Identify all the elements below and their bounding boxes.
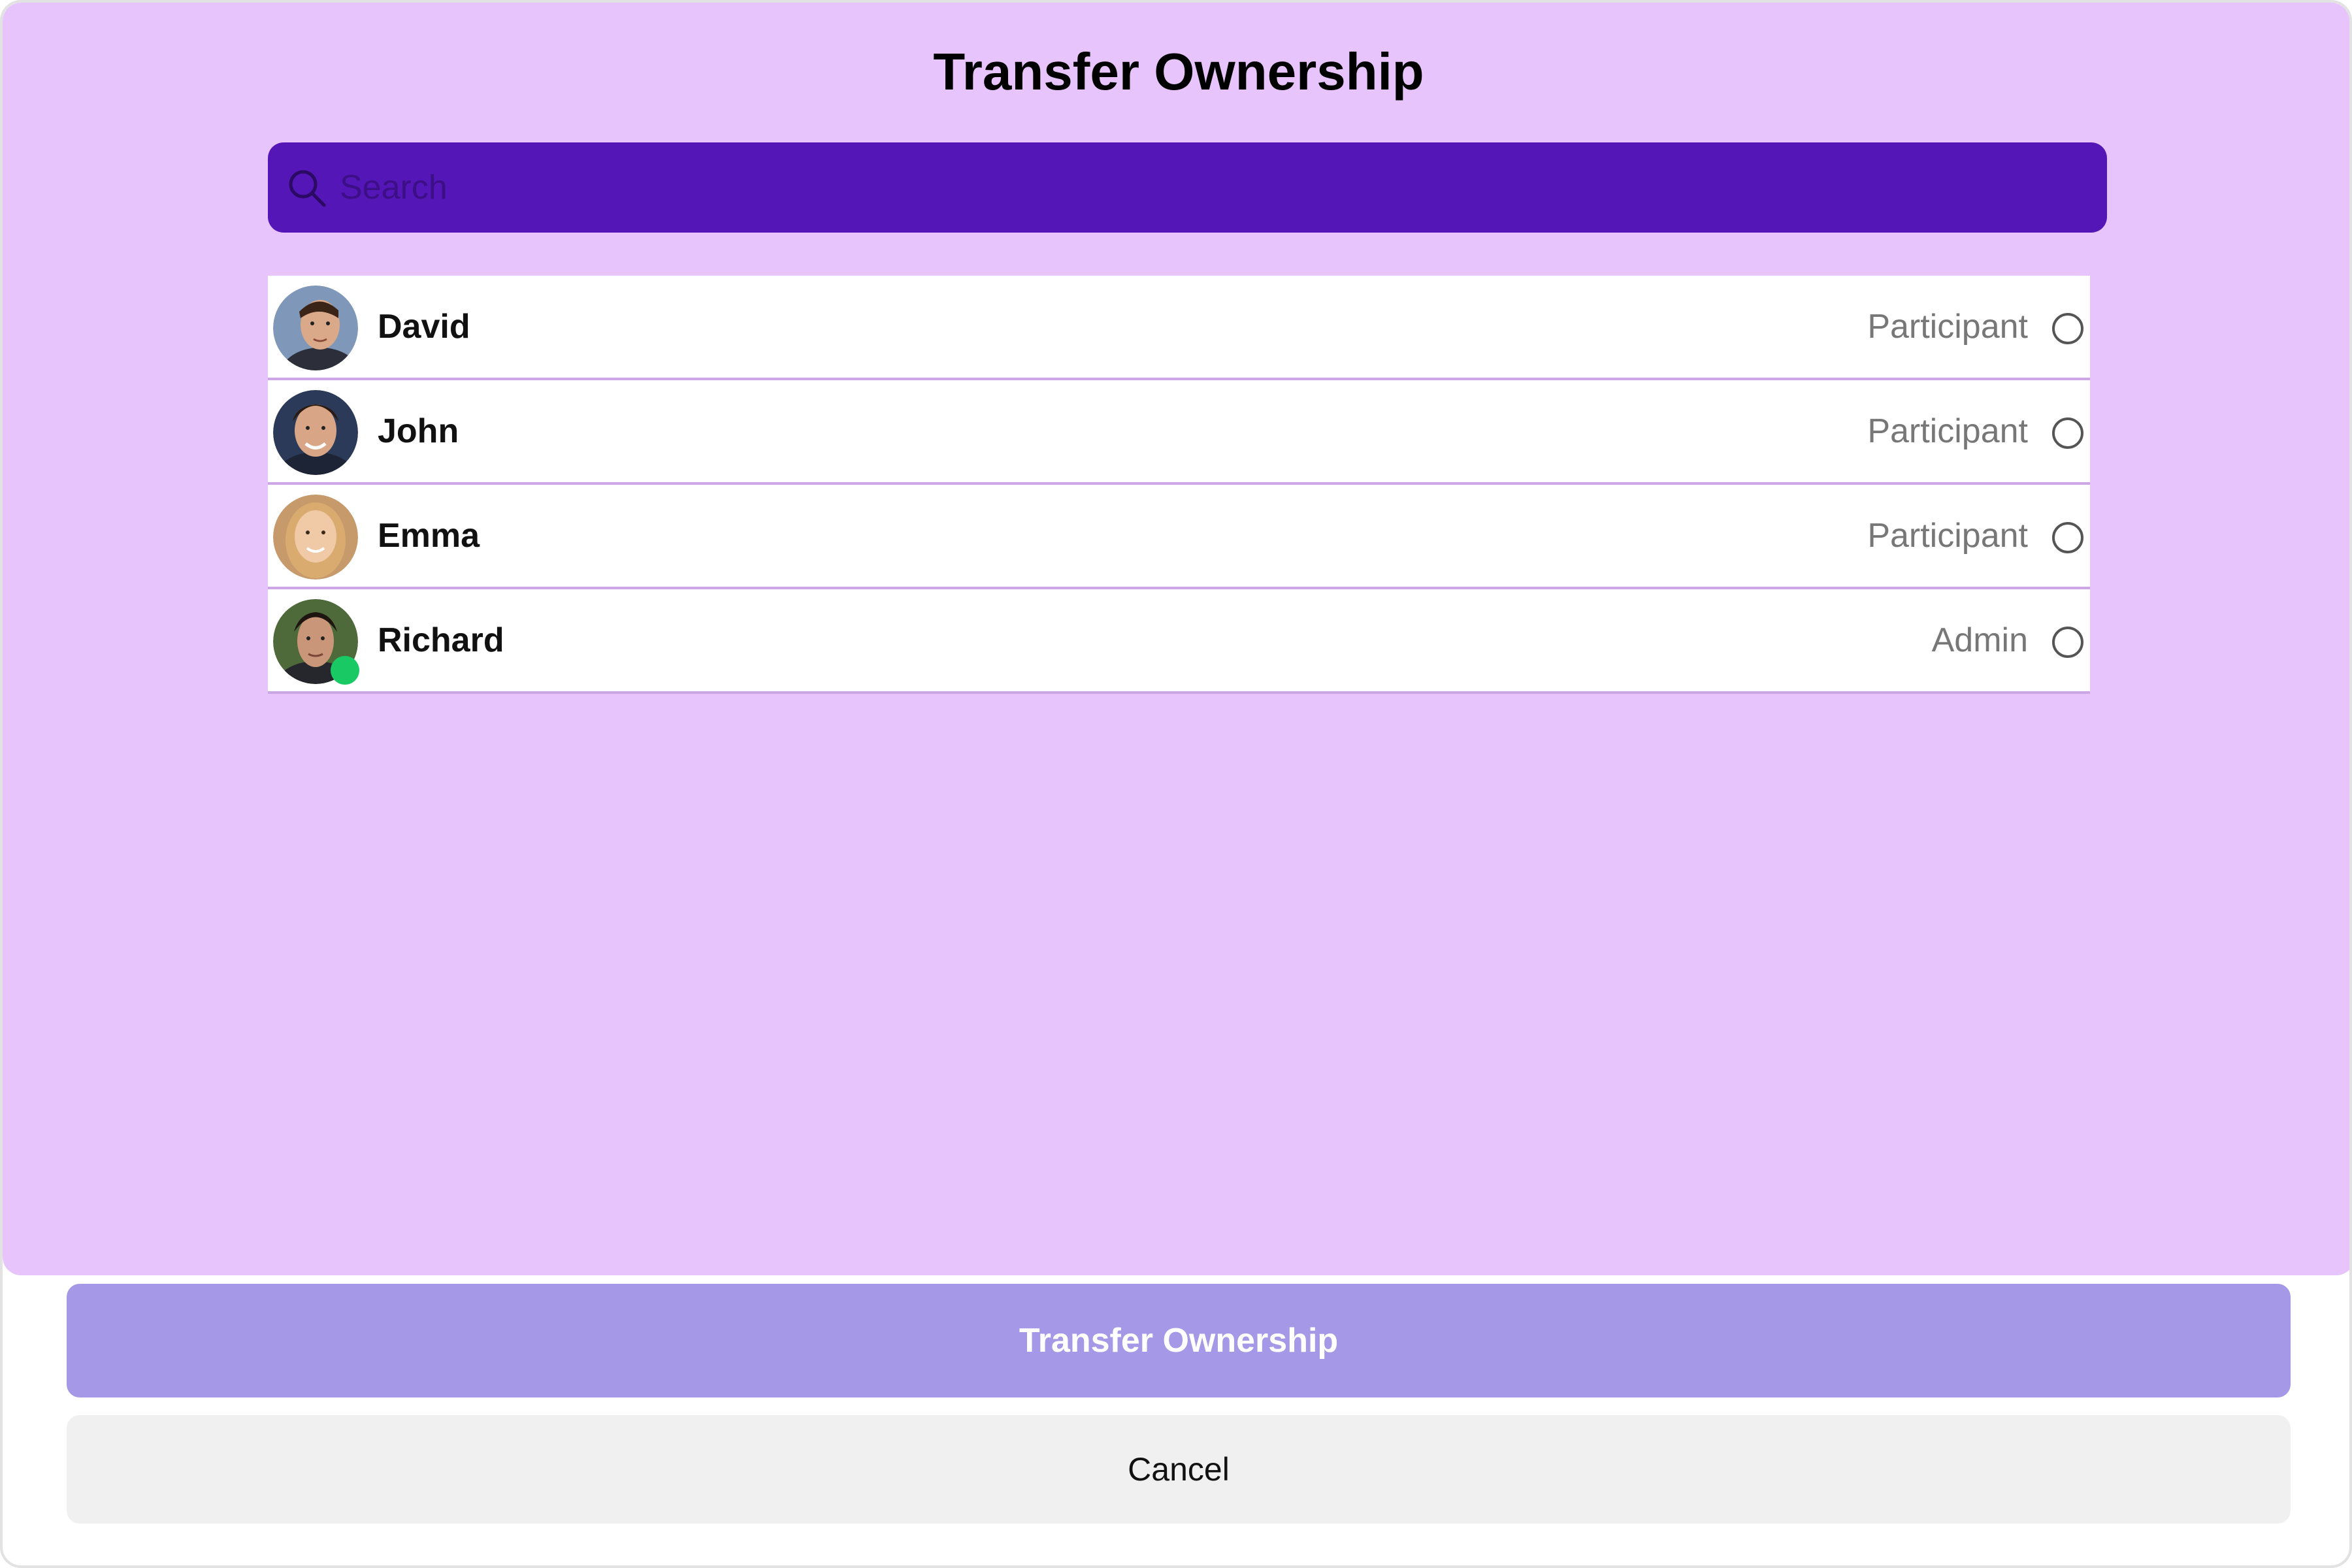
cancel-button[interactable]: Cancel (67, 1415, 2291, 1524)
member-name: John (378, 412, 459, 450)
search-input[interactable] (340, 142, 2091, 233)
select-radio[interactable] (2052, 417, 2083, 449)
member-role: Participant (1867, 308, 2028, 346)
member-name: David (378, 308, 470, 346)
transfer-ownership-dialog: Transfer Ownership Search David Particip… (0, 0, 2352, 1568)
select-radio[interactable] (2052, 627, 2083, 658)
member-name: Emma (378, 517, 480, 555)
select-radio[interactable] (2052, 313, 2083, 344)
member-role: Participant (1867, 412, 2028, 450)
select-radio[interactable] (2052, 522, 2083, 553)
search-bar[interactable] (268, 142, 2107, 233)
online-status-indicator (331, 656, 359, 685)
search-icon (289, 170, 326, 207)
member-row[interactable]: David Participant (268, 276, 2090, 380)
member-list: David Participant John Participant Emma … (268, 276, 2090, 694)
member-role: Admin (1931, 621, 2028, 659)
member-row[interactable]: Richard Admin (268, 589, 2090, 694)
avatar (273, 390, 358, 475)
member-row[interactable]: Emma Participant (268, 485, 2090, 589)
member-name: Richard (378, 621, 504, 659)
transfer-ownership-button[interactable]: Transfer Ownership (67, 1284, 2291, 1397)
member-role: Participant (1867, 517, 2028, 555)
dialog-title: Transfer Ownership (933, 42, 1424, 101)
dialog-panel: Transfer Ownership Search David Particip… (3, 3, 2349, 1275)
member-row[interactable]: John Participant (268, 380, 2090, 485)
avatar (273, 495, 358, 580)
avatar (273, 286, 358, 370)
